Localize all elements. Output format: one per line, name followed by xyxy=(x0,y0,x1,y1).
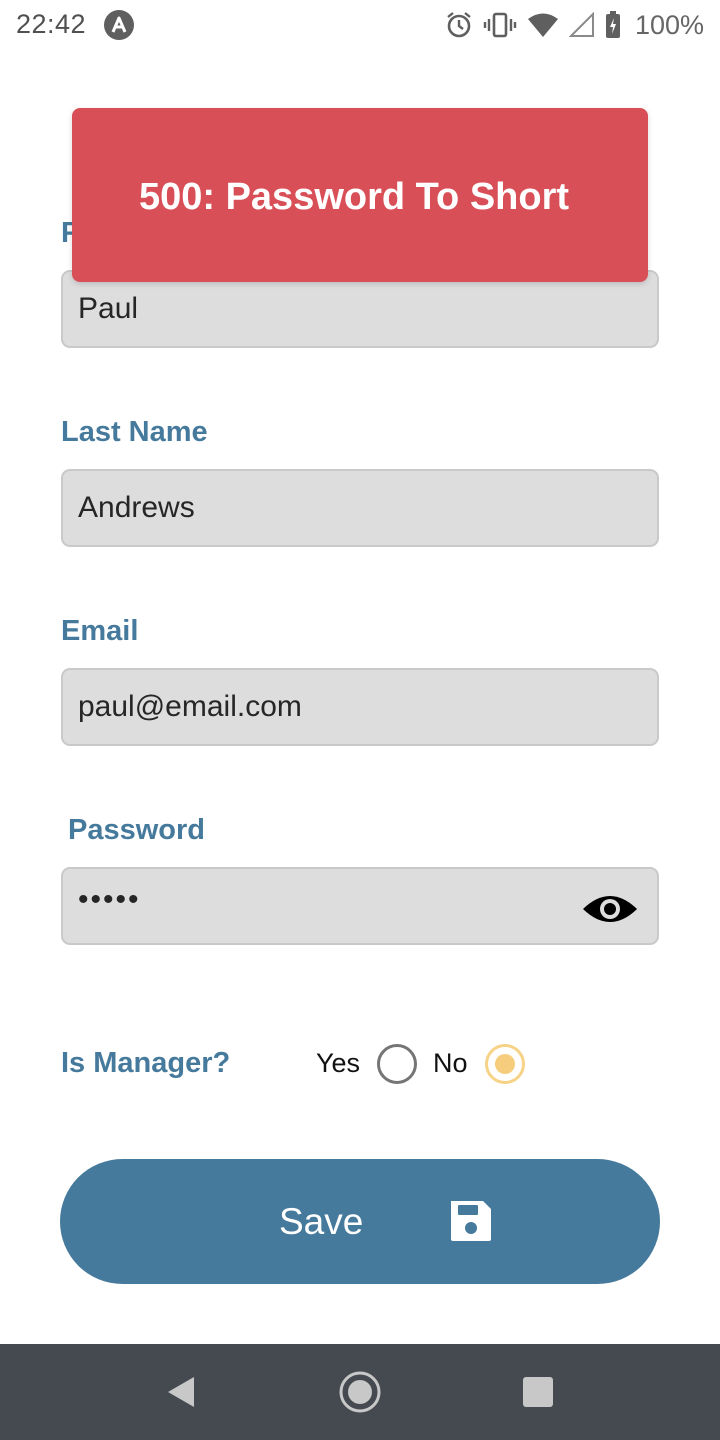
signal-icon xyxy=(568,12,594,37)
status-bar: 22:42 100% xyxy=(0,0,720,50)
save-button[interactable]: Save xyxy=(60,1159,660,1284)
radio-no[interactable] xyxy=(485,1044,525,1084)
battery-charging-icon xyxy=(605,11,620,38)
home-icon[interactable] xyxy=(338,1370,382,1414)
navigation-bar xyxy=(0,1344,720,1440)
battery-percentage: 100% xyxy=(634,9,704,40)
status-time: 22:42 xyxy=(16,9,87,39)
floppy-disk-icon xyxy=(447,1197,495,1245)
password-label: Password xyxy=(68,814,205,846)
radio-selected-dot xyxy=(495,1054,515,1074)
radio-no-label: No xyxy=(433,1048,468,1078)
save-button-label: Save xyxy=(279,1201,364,1242)
radio-yes[interactable] xyxy=(377,1044,417,1084)
last-name-value: Andrews xyxy=(78,491,195,524)
email-label: Email xyxy=(61,615,139,647)
email-value: paul@email.com xyxy=(78,690,302,723)
password-value: ••••• xyxy=(78,883,141,916)
error-toast-message: 500: Password To Short xyxy=(138,176,570,218)
is-manager-label: Is Manager? xyxy=(61,1047,231,1079)
email-field[interactable]: paul@email.com xyxy=(61,668,659,746)
radio-yes-label: Yes xyxy=(316,1048,361,1078)
recents-icon[interactable] xyxy=(523,1377,553,1407)
eye-icon[interactable] xyxy=(581,891,639,927)
status-icons: 100% xyxy=(445,9,704,41)
error-toast: 500: Password To Short xyxy=(72,108,648,282)
alarm-icon xyxy=(447,12,471,38)
last-name-label: Last Name xyxy=(61,416,208,448)
vibrate-icon xyxy=(483,12,517,38)
password-field[interactable]: ••••• xyxy=(61,867,659,945)
last-name-field[interactable]: Andrews xyxy=(61,469,659,547)
app-notification-icon xyxy=(104,10,134,40)
wifi-icon xyxy=(527,13,558,37)
back-icon[interactable] xyxy=(164,1374,200,1410)
